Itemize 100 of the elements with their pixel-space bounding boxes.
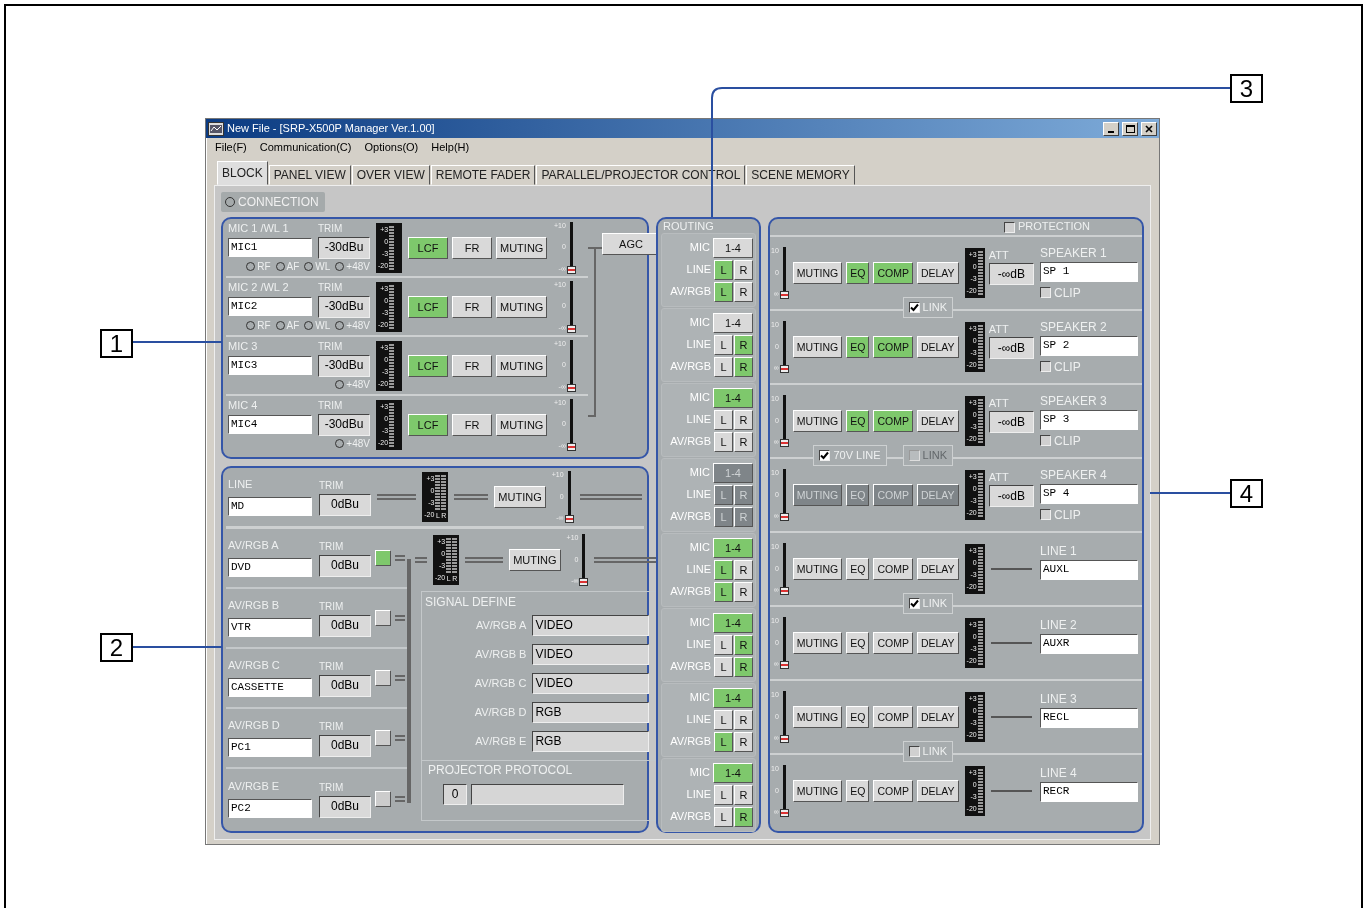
route-button[interactable]: L [714,282,733,302]
route-button[interactable]: 1-4 [713,538,753,558]
fr-button[interactable]: FR [452,354,492,377]
route-button[interactable]: R [734,807,753,827]
route-button[interactable]: L [714,732,733,752]
select-button[interactable] [375,791,391,807]
output-name-field[interactable]: SP 1 [1040,261,1138,282]
menu-item[interactable]: Options(O) [364,141,419,155]
trim-value[interactable]: 0dBu [319,614,371,637]
route-button[interactable]: L [714,785,733,805]
eq-button[interactable]: EQ [846,410,870,432]
route-button[interactable]: L [714,357,733,377]
select-button[interactable] [375,730,391,746]
eq-button[interactable]: EQ [846,706,870,728]
muting-button[interactable]: MUTING [792,780,843,802]
muting-button[interactable]: MUTING [494,486,546,508]
channel-name-field[interactable]: MIC4 [228,415,312,434]
route-button[interactable]: R [734,785,753,805]
checkbox[interactable] [1040,287,1051,299]
channel-name-field[interactable]: MIC1 [228,238,312,257]
fader-thumb[interactable] [566,442,576,451]
fader-thumb[interactable] [779,661,789,669]
signal-type-field[interactable]: VIDEO [532,673,650,695]
fader-thumb[interactable] [779,587,789,595]
route-button[interactable]: R [734,582,753,602]
tab[interactable]: REMOTE FADER [430,165,536,185]
fader-thumb[interactable] [566,324,576,333]
route-button[interactable]: R [734,282,753,302]
route-button[interactable]: 1-4 [713,688,753,708]
comp-button[interactable]: COMP [873,632,913,654]
route-button[interactable]: R [734,335,753,355]
trim-value[interactable]: -30dBu [318,354,370,377]
muting-button[interactable]: MUTING [792,706,843,728]
route-button[interactable]: L [714,635,733,655]
fader-thumb[interactable] [779,291,789,299]
eq-button[interactable]: EQ [846,558,870,580]
route-button[interactable]: R [734,732,753,752]
route-button[interactable]: R [734,560,753,580]
muting-button[interactable]: MUTING [496,354,548,377]
fr-button[interactable]: FR [452,236,492,259]
fader-thumb[interactable] [779,809,789,817]
comp-button[interactable]: COMP [873,336,913,358]
route-button[interactable]: L [714,710,733,730]
delay-button[interactable]: DELAY [916,780,959,802]
fader-thumb[interactable] [779,735,789,743]
fader-track[interactable] [566,280,576,333]
route-button[interactable]: R [734,432,753,452]
route-button[interactable]: L [714,582,733,602]
route-button[interactable]: R [734,410,753,430]
muting-button[interactable]: MUTING [496,413,548,436]
trim-value[interactable]: 0dBu [319,795,371,818]
maximize-button[interactable] [1122,121,1138,136]
checkbox[interactable] [819,450,831,462]
route-button[interactable]: 1-4 [713,613,753,633]
output-name-field[interactable]: RECL [1040,707,1138,728]
route-button[interactable]: R [734,710,753,730]
tab[interactable]: PANEL VIEW [268,165,351,185]
delay-button[interactable]: DELAY [916,706,959,728]
delay-button[interactable]: DELAY [916,632,959,654]
checkbox[interactable] [1040,435,1051,447]
menu-item[interactable]: Communication(C) [259,141,352,155]
comp-button[interactable]: COMP [873,780,913,802]
close-button[interactable] [1141,121,1157,136]
route-button[interactable]: L [714,410,733,430]
checkbox[interactable] [1003,221,1015,233]
att-value[interactable]: -∞dB [988,263,1034,286]
lcf-button[interactable]: LCF [408,354,448,377]
fader-track[interactable] [566,339,576,392]
muting-button[interactable]: MUTING [509,549,561,571]
fader-track[interactable] [566,398,576,451]
channel-name-field[interactable]: VTR [228,617,312,637]
trim-value[interactable]: -30dBu [318,413,370,436]
channel-name-field[interactable]: MIC2 [228,297,312,316]
menu-item[interactable]: Help(H) [431,141,470,155]
signal-type-field[interactable]: VIDEO [532,644,650,666]
eq-button[interactable]: EQ [846,780,870,802]
delay-button[interactable]: DELAY [916,410,959,432]
lcf-button[interactable]: LCF [408,295,448,318]
channel-name-field[interactable]: DVD [228,557,312,577]
output-name-field[interactable]: AUXL [1040,559,1138,580]
delay-button[interactable]: DELAY [916,558,959,580]
route-button[interactable]: R [734,357,753,377]
route-button[interactable]: L [714,807,733,827]
comp-button[interactable]: COMP [873,706,913,728]
route-button[interactable]: 1-4 [713,388,753,408]
comp-button[interactable]: COMP [873,410,913,432]
fader-thumb[interactable] [566,383,576,392]
trim-value[interactable]: 0dBu [319,674,371,697]
fader-thumb[interactable] [566,265,576,274]
route-button[interactable]: 1-4 [713,313,753,333]
eq-button[interactable]: EQ [846,262,870,284]
route-button[interactable]: 1-4 [713,238,753,258]
fader-track[interactable] [564,471,574,523]
trim-value[interactable]: 0dBu [319,554,371,577]
output-name-field[interactable]: SP 3 [1040,409,1138,430]
eq-button[interactable]: EQ [846,336,870,358]
fader-track[interactable] [566,221,576,274]
route-button[interactable]: L [714,432,733,452]
fader-thumb[interactable] [564,515,574,523]
channel-name-field[interactable]: MD [228,496,312,516]
